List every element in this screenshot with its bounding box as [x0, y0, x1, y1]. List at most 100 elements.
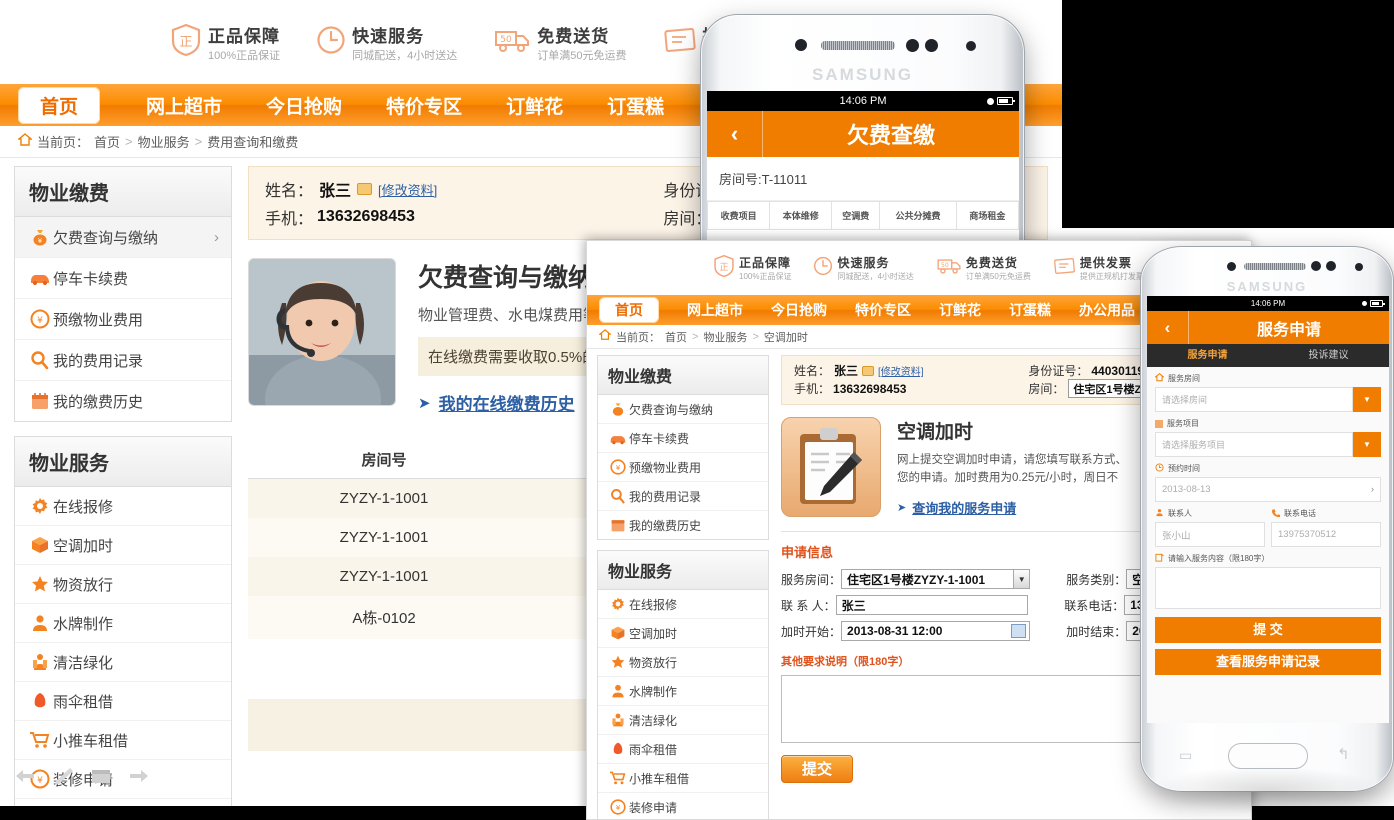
- sidebar-item-renovation[interactable]: ¥ 装修申请: [598, 793, 768, 819]
- service-room-field[interactable]: 请选择房间: [1155, 387, 1353, 412]
- nav-item-cakes[interactable]: 订蛋糕: [995, 300, 1065, 320]
- edit-profile-link[interactable]: [修改资料]: [378, 180, 437, 199]
- chevron-down-icon[interactable]: ▼: [1353, 387, 1381, 412]
- sidebar-item-online-repair[interactable]: 在线报修: [15, 487, 231, 526]
- nav-item-specials[interactable]: 特价专区: [841, 300, 925, 320]
- contact-name-field[interactable]: 张小山: [1155, 522, 1265, 547]
- chevron-down-icon[interactable]: ▼: [1013, 570, 1030, 588]
- contact-tel-field[interactable]: 13975370512: [1271, 522, 1381, 547]
- query-my-service-link[interactable]: 查询我的服务申请: [912, 498, 1016, 517]
- sidebar-item-umbrella-rental[interactable]: 雨伞租借: [598, 735, 768, 764]
- overtime-start-input[interactable]: 2013-08-31 12:00: [841, 621, 1031, 641]
- chevron-left-icon[interactable]: ‹: [1147, 311, 1189, 344]
- truck-icon: 50: [936, 256, 962, 280]
- breadcrumb-item-0[interactable]: 首页: [94, 132, 120, 151]
- svg-text:¥: ¥: [38, 237, 43, 245]
- sidebar-item-fee-inquiry[interactable]: 欠费查询与缴纳: [598, 395, 768, 424]
- submit-button[interactable]: 提 交: [1155, 617, 1381, 643]
- service-room-select[interactable]: 住宅区1号楼ZYZY-1-1001 ▼: [841, 569, 1031, 589]
- nav-item-supermarket[interactable]: 网上超市: [673, 300, 757, 320]
- menu-softkey-icon[interactable]: ▭: [1179, 747, 1192, 764]
- contact-tel-label: 联系电话: [1284, 509, 1316, 518]
- sidebar-item-label: 雨伞租借: [629, 742, 678, 757]
- sidebar-item-aircon-overtime[interactable]: 空调加时: [598, 619, 768, 648]
- sidebar-item-cart-rental[interactable]: 小推车租借: [15, 721, 231, 760]
- service-content-textarea[interactable]: [1155, 567, 1381, 609]
- sidebar-item-prepay[interactable]: ¥ 预缴物业费用: [15, 299, 231, 340]
- service-room-placeholder: 请选择房间: [1162, 395, 1208, 405]
- nav-item-home[interactable]: 首页: [18, 86, 101, 124]
- sidebar-item-fee-records[interactable]: 我的费用记录: [598, 482, 768, 511]
- sensor-dot: [906, 39, 919, 52]
- sidebar-item-complaint[interactable]: 投诉建议: [15, 799, 231, 806]
- tab-service-request[interactable]: 服务申请: [1147, 344, 1268, 367]
- sidebar-item-nameplate[interactable]: 水牌制作: [15, 604, 231, 643]
- sidebar-item-label: 物资放行: [629, 655, 678, 670]
- svg-text:50: 50: [941, 262, 949, 269]
- sidebar-item-online-repair[interactable]: 在线报修: [598, 590, 768, 619]
- sidebar-item-goods-release[interactable]: 物资放行: [598, 648, 768, 677]
- promo-title: 快速服务: [352, 26, 425, 46]
- chevron-down-icon[interactable]: ▼: [1353, 432, 1381, 457]
- sidebar-item-parking-renew[interactable]: 停车卡续费: [598, 424, 768, 453]
- sidebar-item-payment-history[interactable]: 我的缴费历史: [598, 511, 768, 539]
- edit-icon[interactable]: [52, 767, 74, 790]
- nav-item-flashsale[interactable]: 今日抢购: [244, 92, 364, 119]
- appointment-time-field[interactable]: 2013-08-13 ›: [1155, 477, 1381, 502]
- contact-person-input[interactable]: 张三: [835, 595, 1029, 615]
- sidebar-item-payment-history[interactable]: 我的缴费历史: [15, 381, 231, 421]
- nav-item-home[interactable]: 首页: [599, 297, 659, 323]
- breadcrumb-item-0[interactable]: 首页: [665, 329, 687, 345]
- sidebar-item-parking-renew[interactable]: 停车卡续费: [15, 258, 231, 299]
- sidebar-item-nameplate[interactable]: 水牌制作: [598, 677, 768, 706]
- edit-profile-link[interactable]: [修改资料]: [878, 363, 924, 378]
- phone-value: 13632698453: [833, 381, 907, 396]
- sidebar-item-prepay[interactable]: ¥ 预缴物业费用: [598, 453, 768, 482]
- appointment-time-value: 2013-08-13: [1162, 484, 1211, 495]
- sidebar-item-umbrella-rental[interactable]: 雨伞租借: [15, 682, 231, 721]
- app-bar: ‹ 欠费查缴: [707, 111, 1019, 157]
- sidebar-item-aircon-overtime[interactable]: 空调加时: [15, 526, 231, 565]
- back-icon[interactable]: [14, 767, 36, 790]
- service-content-group-label: 请输入服务内容（限180字）: [1155, 553, 1381, 564]
- sidebar-item-goods-release[interactable]: 物资放行: [15, 565, 231, 604]
- nav-item-flowers[interactable]: 订鲜花: [484, 92, 585, 119]
- chevron-left-icon[interactable]: ‹: [707, 111, 763, 157]
- nav-item-flashsale[interactable]: 今日抢购: [757, 300, 841, 320]
- sidebar-item-cleaning[interactable]: 清洁绿化: [15, 643, 231, 682]
- tab-complaint[interactable]: 投诉建议: [1268, 344, 1389, 367]
- service-item-row[interactable]: 请选择服务项目 ▼: [1155, 432, 1381, 457]
- service-type-label: 服务类别：: [1066, 572, 1127, 587]
- nav-item-office[interactable]: 办公用品: [1065, 300, 1149, 320]
- footer-icon-row: [14, 767, 150, 790]
- breadcrumb-separator: >: [125, 134, 133, 149]
- submit-button[interactable]: 提交: [781, 755, 853, 783]
- breadcrumb-item-1[interactable]: 物业服务: [138, 132, 190, 151]
- forward-icon[interactable]: [128, 767, 150, 790]
- service-room-row[interactable]: 请选择房间 ▼: [1155, 387, 1381, 412]
- nav-item-supermarket[interactable]: 网上超市: [124, 92, 244, 119]
- window-icon[interactable]: [90, 767, 112, 790]
- chevron-right-icon: ›: [214, 228, 219, 246]
- sidebar-item-fee-inquiry[interactable]: ¥ 欠费查询与缴纳 ›: [15, 217, 231, 258]
- clock-icon: [316, 25, 346, 60]
- nav-item-specials[interactable]: 特价专区: [364, 92, 484, 119]
- view-records-button[interactable]: 查看服务申请记录: [1155, 649, 1381, 675]
- promo-text: 免费送货 订单满50元免运费: [966, 254, 1031, 282]
- service-item-field[interactable]: 请选择服务项目: [1155, 432, 1353, 457]
- mini-header-cell: 公共分摊费: [879, 201, 957, 230]
- online-payment-history-link[interactable]: 我的在线缴费历史: [439, 390, 575, 415]
- calendar-picker-icon[interactable]: [1011, 624, 1027, 638]
- sidebar-item-fee-records[interactable]: 我的费用记录: [15, 340, 231, 381]
- breadcrumb-item-1[interactable]: 物业服务: [703, 329, 747, 345]
- promo-title: 免费送货: [537, 26, 610, 46]
- money-bag-icon: ¥: [27, 226, 53, 248]
- back-softkey-icon[interactable]: ↰: [1337, 745, 1350, 763]
- nav-item-cakes[interactable]: 订蛋糕: [585, 92, 686, 119]
- sidebar-item-cleaning[interactable]: 清洁绿化: [598, 706, 768, 735]
- sidebar: 物业缴费 ¥ 欠费查询与缴纳 › 停车卡续费 ¥ 预缴物业费用 我的费用记录 我…: [14, 166, 232, 806]
- search-icon: [607, 487, 629, 505]
- nav-item-flowers[interactable]: 订鲜花: [925, 300, 995, 320]
- status-time: 14:06 PM: [839, 95, 887, 107]
- sidebar-item-cart-rental[interactable]: 小推车租借: [598, 764, 768, 793]
